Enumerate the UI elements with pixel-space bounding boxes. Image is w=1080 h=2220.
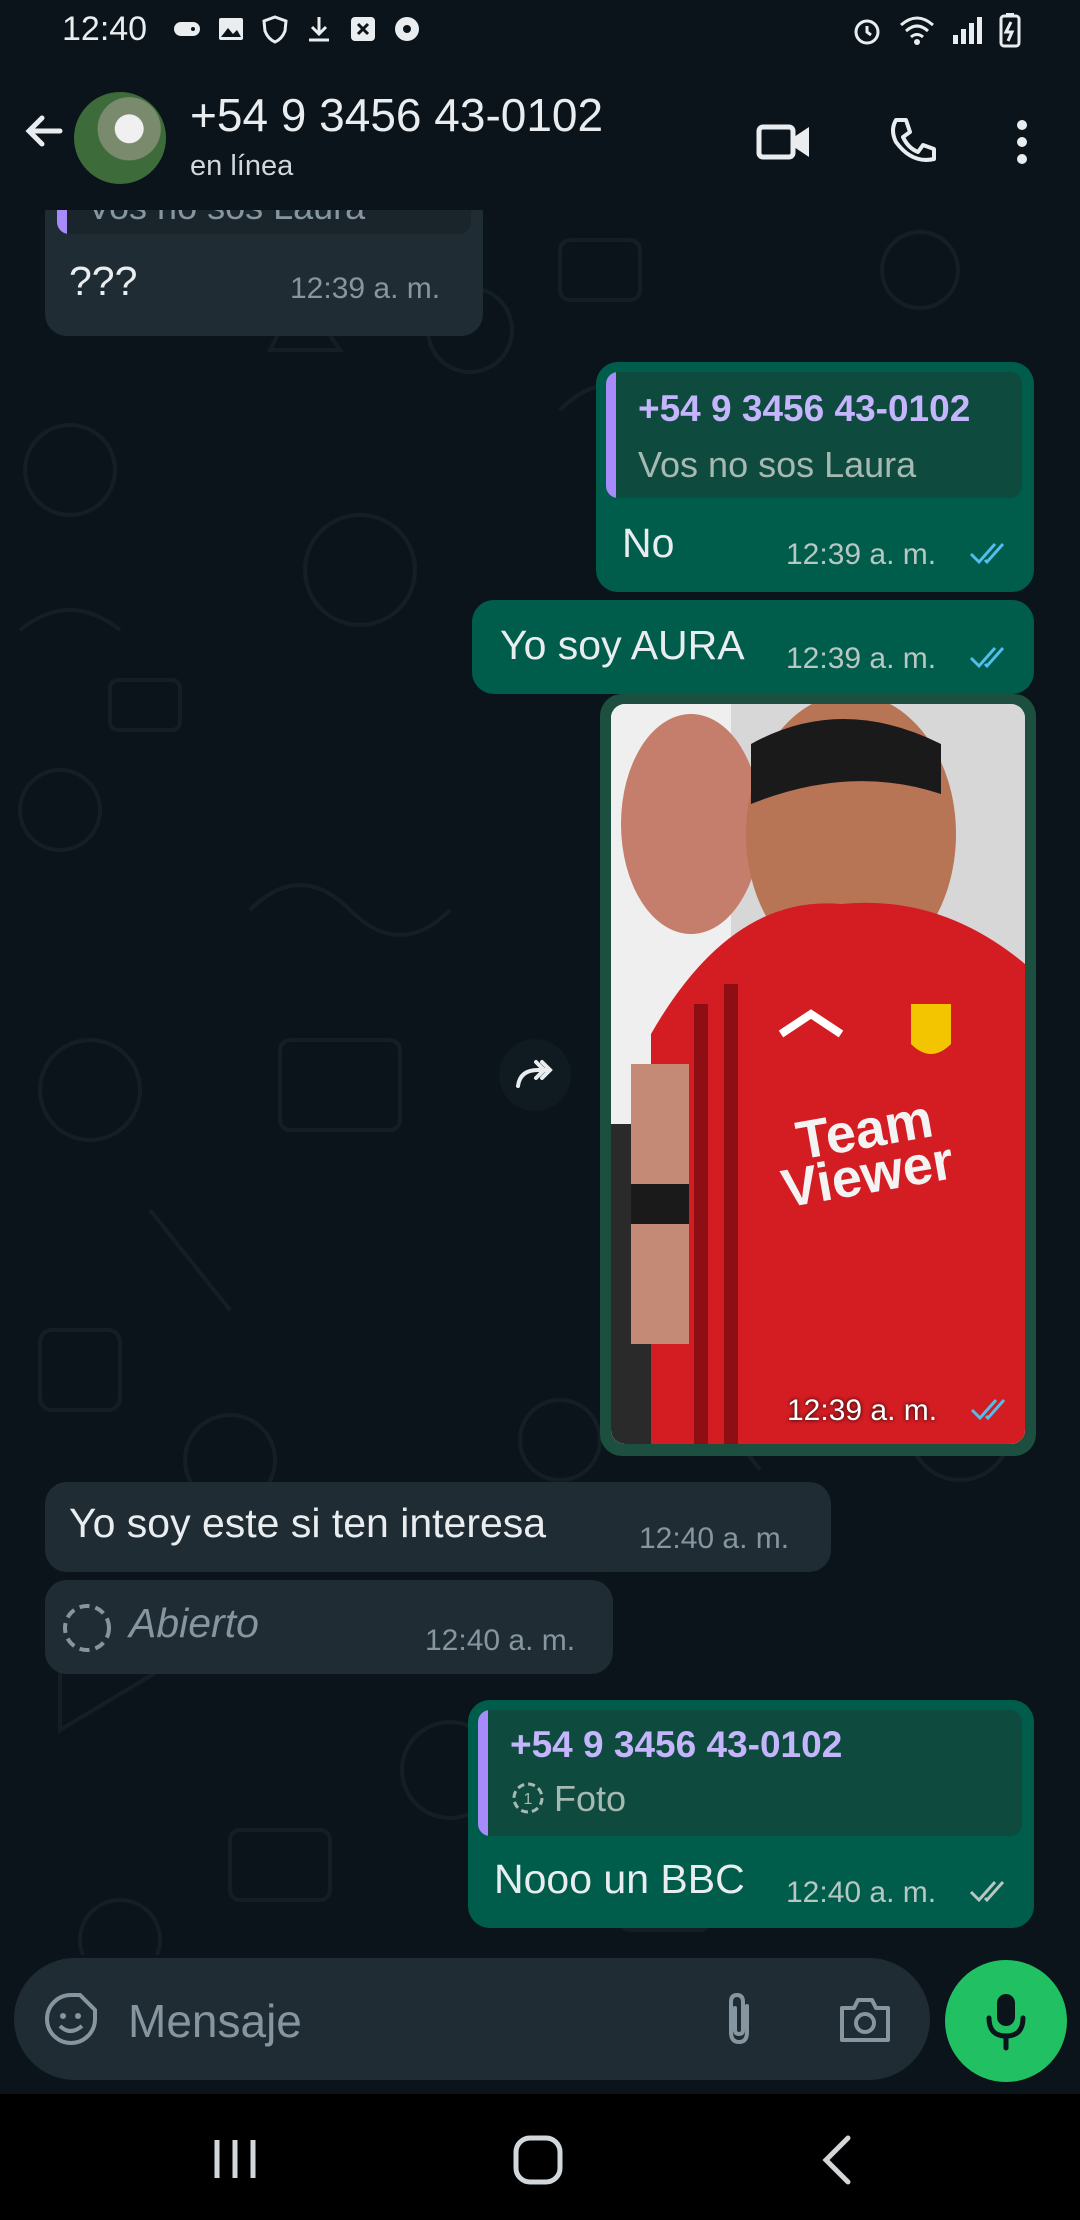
chat-area[interactable]: Vos no sos Laura ??? 12:39 a. m. +54 9 3…	[0, 210, 1080, 1955]
wifi-icon	[900, 16, 934, 45]
delivered-receipt-icon	[969, 1881, 1005, 1903]
read-receipt-icon	[969, 647, 1005, 669]
message-text: Yo soy este si ten interesa	[69, 1500, 547, 1546]
message-text: No	[622, 520, 675, 566]
battery-icon	[999, 13, 1021, 48]
contact-name[interactable]: +54 9 3456 43-0102	[190, 88, 603, 142]
message-incoming[interactable]: Yo soy este si ten interesa 12:40 a. m.	[45, 1482, 831, 1572]
quoted-message[interactable]: +54 9 3456 43-0102 Vos no sos Laura	[606, 372, 1022, 498]
quoted-sender: +54 9 3456 43-0102	[510, 1724, 843, 1765]
football-player-photo	[611, 704, 1025, 1444]
quoted-message[interactable]: +54 9 3456 43-0102 1 Foto	[478, 1710, 1022, 1836]
emoji-icon[interactable]	[42, 1990, 100, 2048]
view-once-message[interactable]: Abierto 12:40 a. m.	[45, 1580, 613, 1674]
attach-icon[interactable]	[714, 1988, 764, 2050]
message-time: 12:40 a. m.	[639, 1522, 790, 1555]
message-time: 12:39 a. m.	[787, 1394, 938, 1427]
read-receipt-icon	[970, 1399, 1006, 1421]
back-arrow-icon[interactable]	[20, 106, 70, 156]
chat-header: +54 9 3456 43-0102 en línea	[0, 62, 1080, 212]
status-bar: 12:40	[0, 0, 1080, 62]
message-time: 12:39 a. m.	[290, 272, 441, 305]
message-time: 12:39 a. m.	[786, 538, 937, 571]
message-outgoing[interactable]: Yo soy AURA 12:39 a. m.	[472, 600, 1034, 694]
message-text: Yo soy AURA	[500, 622, 745, 668]
message-input[interactable]: Mensaje	[128, 1994, 302, 2048]
message-text: Abierto	[129, 1600, 259, 1646]
quoted-text: Foto	[554, 1778, 627, 1819]
message-text: ???	[69, 258, 138, 304]
svg-text:1: 1	[524, 1791, 533, 1808]
home-icon[interactable]	[508, 2130, 568, 2190]
alarm-icon	[854, 19, 880, 45]
system-icons	[850, 12, 1022, 48]
quoted-text: Vos no sos Laura	[638, 444, 917, 485]
gallery-icon	[219, 18, 243, 40]
contact-status: en línea	[190, 150, 294, 182]
gamepad-icon	[174, 22, 200, 36]
view-once-icon: 1	[512, 1782, 544, 1814]
quoted-text: Vos no sos Laura	[87, 210, 365, 228]
message-time: 12:40 a. m.	[786, 1876, 937, 1909]
system-nav-bar	[0, 2094, 1080, 2220]
voice-message-button[interactable]	[945, 1960, 1067, 2082]
quoted-message[interactable]: Vos no sos Laura	[57, 210, 471, 234]
recent-apps-icon[interactable]	[205, 2134, 265, 2184]
microphone-icon	[986, 1994, 1026, 2051]
message-outgoing[interactable]: +54 9 3456 43-0102 Vos no sos Laura No 1…	[596, 362, 1034, 592]
voice-call-icon[interactable]	[882, 112, 942, 172]
message-time: 12:39 a. m.	[786, 642, 937, 675]
download-icon	[309, 17, 329, 42]
contact-avatar[interactable]	[74, 92, 166, 184]
notification-icons	[172, 14, 422, 44]
camera-icon[interactable]	[836, 1992, 894, 2046]
message-time: 12:40 a. m.	[425, 1624, 576, 1657]
close-box-icon	[351, 17, 375, 41]
message-photo[interactable]: Team Viewer 12:39 a. m.	[611, 704, 1025, 1444]
nav-back-icon[interactable]	[812, 2132, 862, 2188]
status-time: 12:40	[62, 10, 148, 48]
message-incoming[interactable]: Vos no sos Laura ??? 12:39 a. m.	[45, 210, 483, 336]
video-call-icon[interactable]	[754, 112, 814, 172]
message-composer[interactable]: Mensaje	[14, 1958, 930, 2080]
more-options-icon[interactable]	[992, 112, 1052, 172]
view-once-icon	[63, 1604, 111, 1652]
message-text: Nooo un BBC	[494, 1856, 745, 1902]
shield-icon	[262, 15, 288, 44]
soccer-ball-icon	[395, 17, 419, 41]
read-receipt-icon	[969, 543, 1005, 565]
forward-icon[interactable]	[498, 1038, 572, 1112]
quoted-sender: +54 9 3456 43-0102	[638, 388, 971, 429]
message-outgoing[interactable]: +54 9 3456 43-0102 1 Foto Nooo un BBC 12…	[468, 1700, 1034, 1928]
signal-icon	[953, 17, 982, 44]
